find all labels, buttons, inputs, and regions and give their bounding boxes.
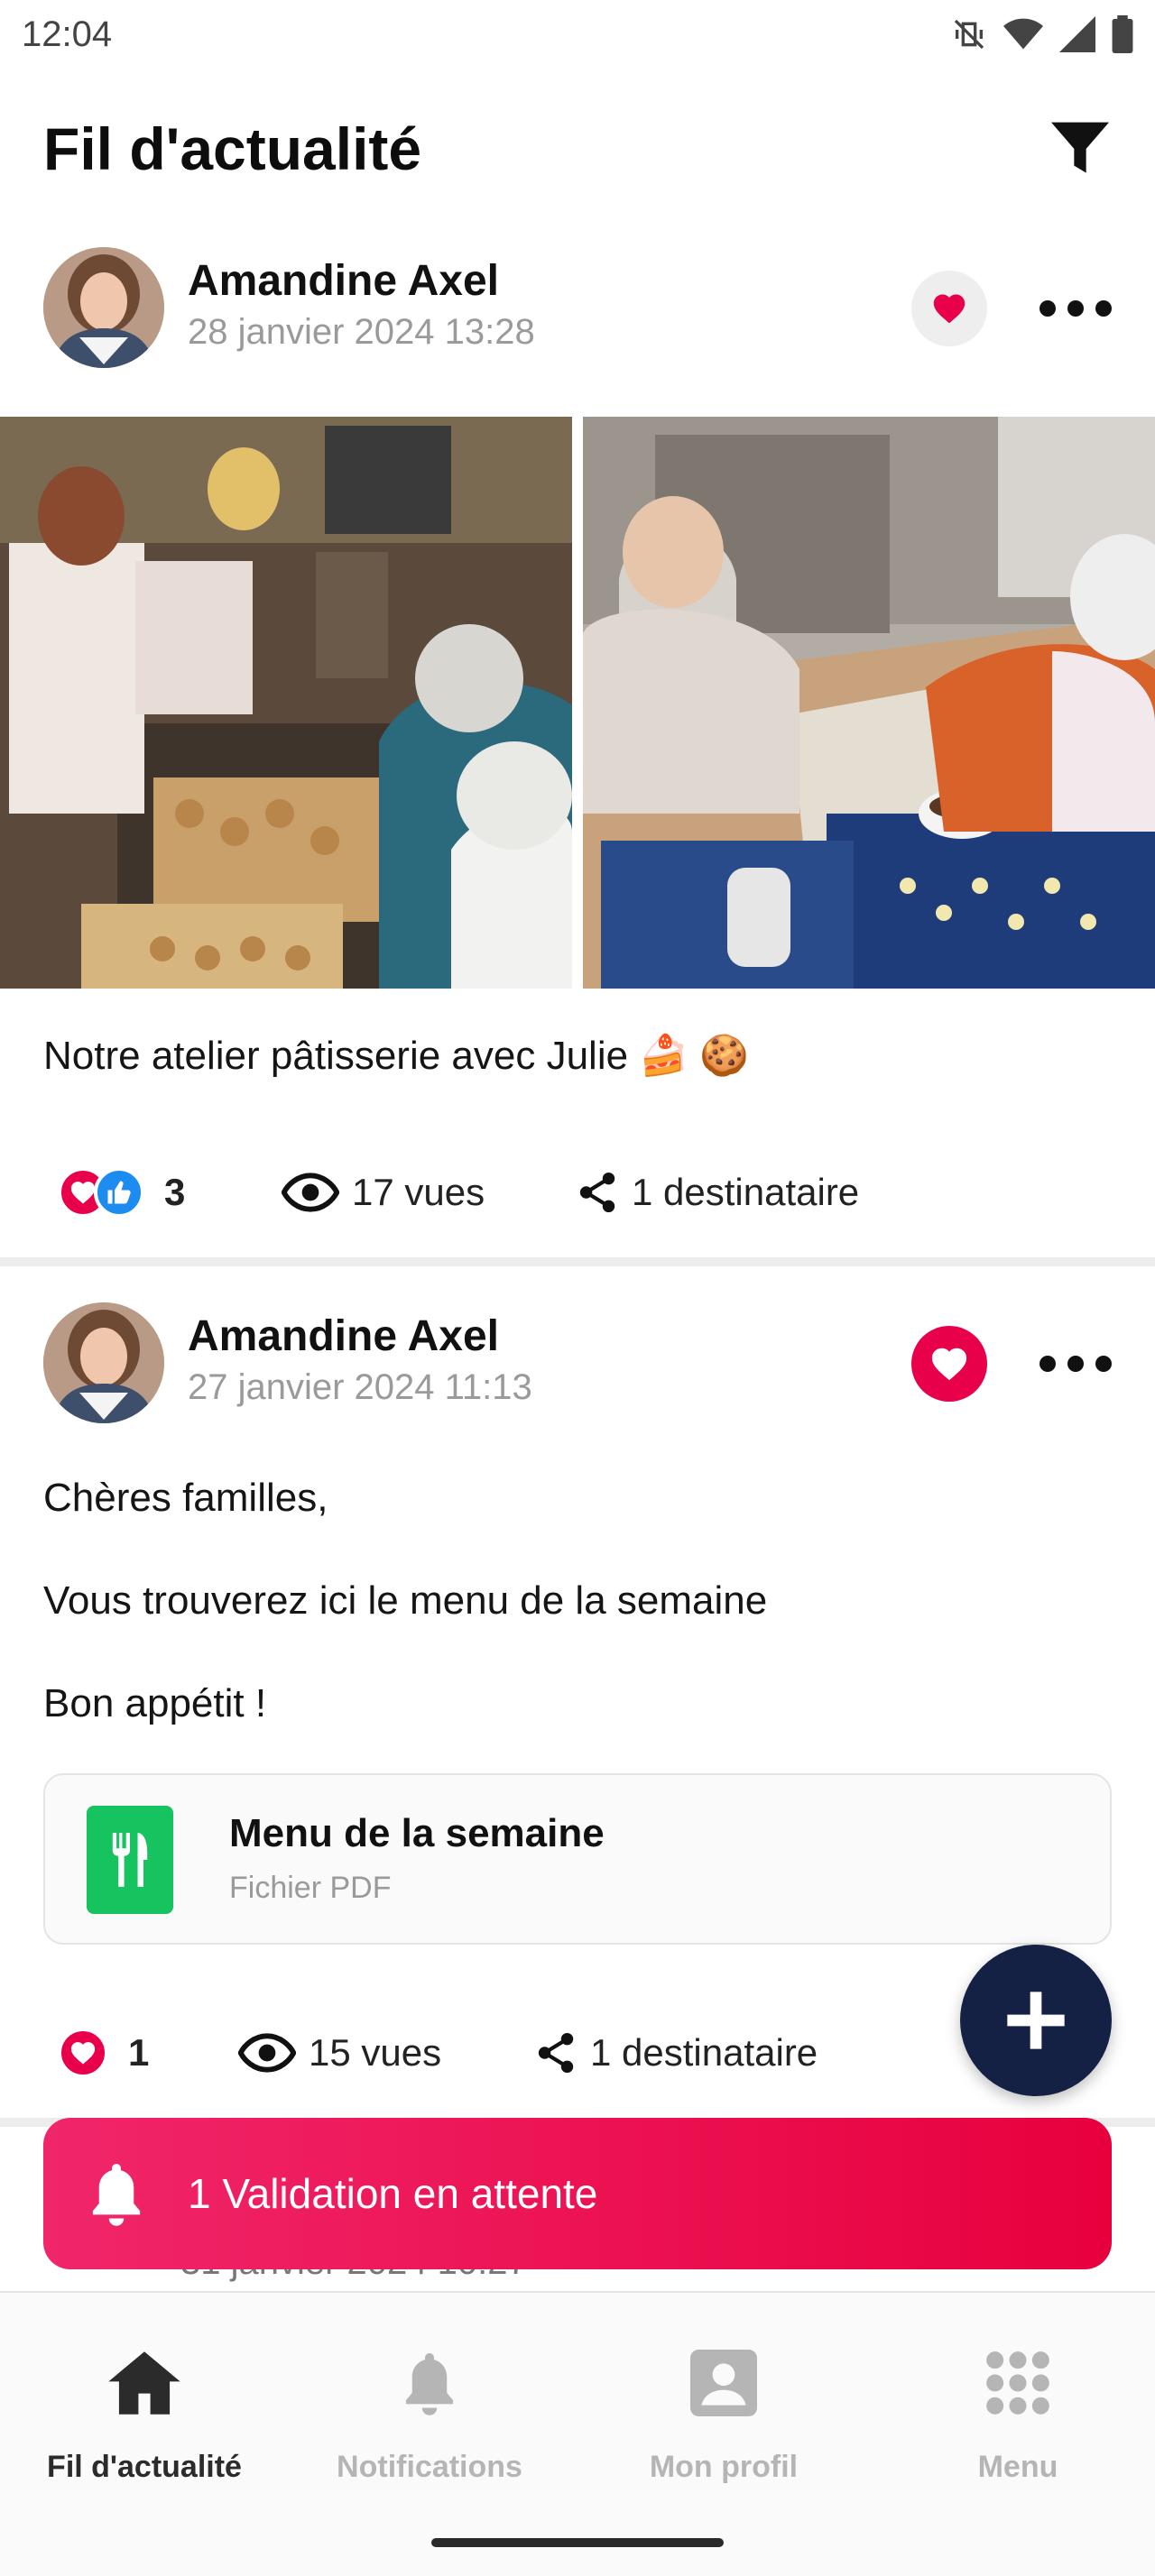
reactions-stat[interactable]: 3 [58,1167,185,1218]
share-icon [579,1172,615,1213]
status-time: 12:04 [22,14,113,54]
views-stat[interactable]: 17 vues [282,1171,485,1214]
nav-item-feed[interactable]: Fil d'actualité [0,2338,289,2518]
reactions-count: 3 [164,1171,186,1213]
more-options-button[interactable] [1040,1337,1112,1391]
home-indicator[interactable] [431,2538,724,2547]
battery-icon [1112,15,1133,53]
nav-label: Mon profil [649,2450,799,2484]
views-count: 17 vues [352,1171,485,1213]
status-icons [951,15,1133,53]
pdf-attachment[interactable]: Menu de la semaine Fichier PDF [43,1773,1112,1945]
recipients-stat[interactable]: 1 destinataire [536,2031,818,2075]
eye-icon [282,1173,339,1212]
post-date: 28 janvier 2024 13:28 [188,312,535,352]
app-header: Fil d'actualité [0,99,1155,198]
nav-label: Notifications [337,2450,522,2484]
post-separator [0,1257,1155,1266]
post-date: 27 janvier 2024 11:13 [188,1367,532,1407]
reactions-count: 1 [128,2031,150,2074]
post-text-line: Bon appétit ! [43,1681,267,1725]
recipients-count: 1 destinataire [590,2031,818,2074]
plus-icon [1007,1992,1065,2049]
home-icon [108,2351,180,2415]
utensils-icon [112,1833,148,1887]
nav-item-menu[interactable]: Menu [873,2338,1155,2518]
post-text-line: Vous trouverez ici le menu de la semaine [43,1578,768,1623]
heart-icon [933,294,966,324]
bell-icon [92,2164,141,2226]
grid-icon [986,2351,1049,2415]
recipients-stat[interactable]: 1 destinataire [578,1171,859,1214]
attachment-title: Menu de la semaine [229,1811,605,1855]
post-text: Notre atelier pâtisserie avec Julie 🍰 🍪 [43,1034,750,1078]
recipients-count: 1 destinataire [632,1171,860,1213]
more-options-button[interactable] [1040,281,1112,336]
bottom-navigation: Fil d'actualité Notifications Mon profil… [0,2291,1155,2576]
vibrate-off-icon [954,19,984,50]
avatar[interactable] [43,247,164,368]
pending-validation-text: 1 Validation en attente [188,2170,598,2217]
baking-workshop-photo-1[interactable] [0,417,572,989]
author-name[interactable]: Amandine Axel [188,1311,499,1361]
pdf-file-icon [87,1806,173,1914]
post-header: Amandine Axel 28 janvier 2024 13:28 [0,247,1155,373]
post-text-line: Chères familles, [43,1476,328,1520]
favorite-button[interactable] [911,1326,987,1402]
heart-reaction-icon [58,2028,108,2078]
photo-gallery [0,417,1155,989]
attachment-type: Fichier PDF [229,1871,392,1905]
add-post-button[interactable] [960,1945,1112,2096]
nav-label: Menu [977,2450,1058,2484]
reaction-stack [58,1167,144,1218]
post-header: Amandine Axel 27 janvier 2024 11:13 [0,1302,1155,1429]
signal-icon [1059,16,1095,52]
wifi-icon [1003,18,1043,50]
bell-icon [405,2353,454,2415]
baking-workshop-photo-2[interactable] [583,417,1155,989]
filter-button[interactable] [1049,117,1112,180]
nav-label: Fil d'actualité [47,2450,242,2484]
pending-validation-banner[interactable]: 1 Validation en attente [43,2118,1112,2269]
share-icon [538,2032,574,2074]
avatar[interactable] [43,1302,164,1423]
author-name[interactable]: Amandine Axel [188,256,499,306]
post-stats: 3 17 vues 1 destinataire [0,1156,1155,1228]
page-title: Fil d'actualité [43,115,422,182]
favorite-button[interactable] [911,271,987,346]
thumbs-up-reaction-icon [94,1167,144,1218]
views-stat[interactable]: 15 vues [238,2031,441,2075]
filter-icon [1051,122,1109,173]
profile-icon [690,2350,757,2416]
nav-item-profile[interactable]: Mon profil [579,2338,868,2518]
views-count: 15 vues [309,2031,442,2074]
reactions-stat[interactable]: 1 [58,2028,149,2078]
heart-icon [931,1348,967,1381]
nav-item-notifications[interactable]: Notifications [285,2338,574,2518]
status-bar: 12:04 [0,0,1155,69]
eye-icon [238,2033,296,2073]
